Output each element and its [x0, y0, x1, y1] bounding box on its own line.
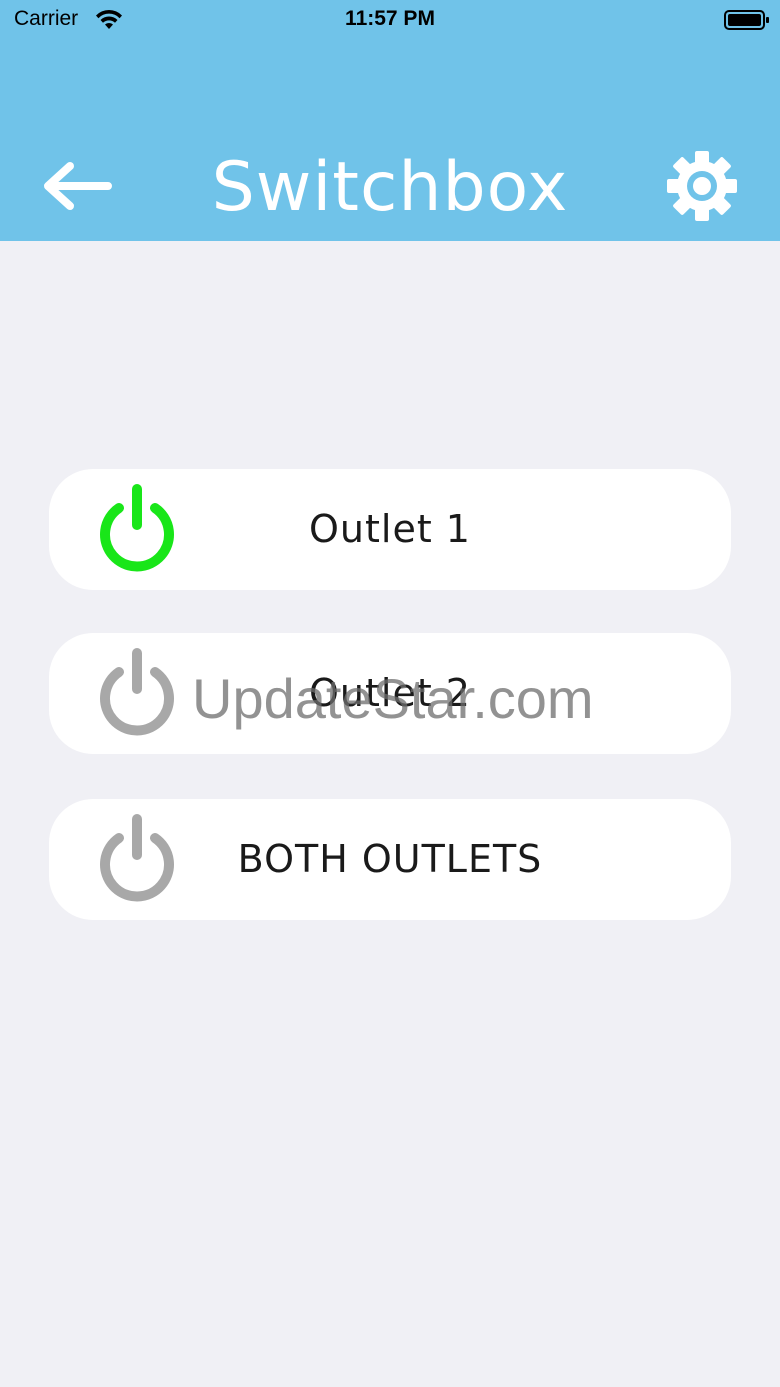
navigation-bar: Switchbox [0, 130, 780, 240]
page-title: Switchbox [211, 148, 569, 227]
outlet-label: Outlet 1 [309, 507, 471, 551]
outlet-1-button[interactable]: Outlet 1 [49, 469, 731, 590]
clock: 11:57 PM [345, 7, 435, 30]
gear-icon[interactable] [666, 150, 738, 222]
outlet-label: BOTH OUTLETS [237, 837, 543, 881]
app-header: Carrier 11:57 PM Switchbox [0, 0, 780, 241]
battery-full-icon [724, 10, 769, 30]
status-bar: Carrier 11:57 PM [0, 0, 780, 40]
watermark: UpdateStar.com [192, 667, 594, 730]
both-outlets-button[interactable]: BOTH OUTLETS [49, 799, 731, 920]
